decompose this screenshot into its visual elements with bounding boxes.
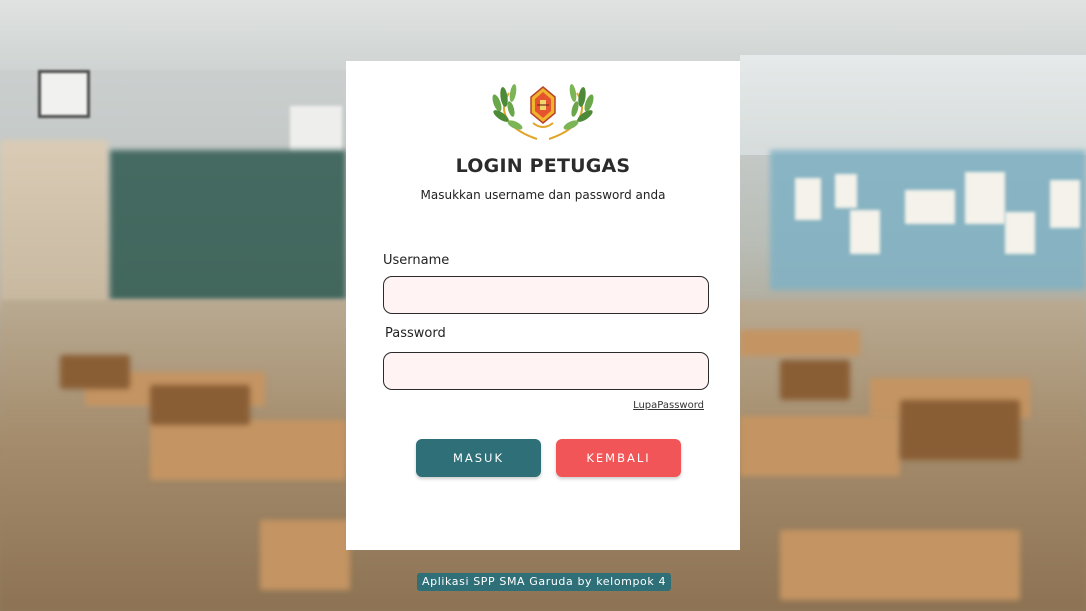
page-title: LOGIN PETUGAS: [455, 155, 631, 177]
login-page: LOGIN PETUGAS Masukkan username dan pass…: [0, 0, 1086, 611]
back-button[interactable]: KEMBALI: [556, 439, 681, 477]
school-crest-logo-icon: [492, 84, 594, 140]
forgot-password-link[interactable]: LupaPassword: [633, 400, 704, 411]
username-label: Username: [383, 253, 450, 268]
username-input[interactable]: [383, 276, 709, 314]
footer-credit: Aplikasi SPP SMA Garuda by kelompok 4: [417, 573, 672, 591]
page-subtitle: Masukkan username dan password anda: [420, 188, 666, 202]
login-card: LOGIN PETUGAS Masukkan username dan pass…: [346, 61, 740, 550]
login-button[interactable]: MASUK: [416, 439, 541, 477]
password-label: Password: [385, 326, 446, 341]
password-input[interactable]: [383, 352, 709, 390]
